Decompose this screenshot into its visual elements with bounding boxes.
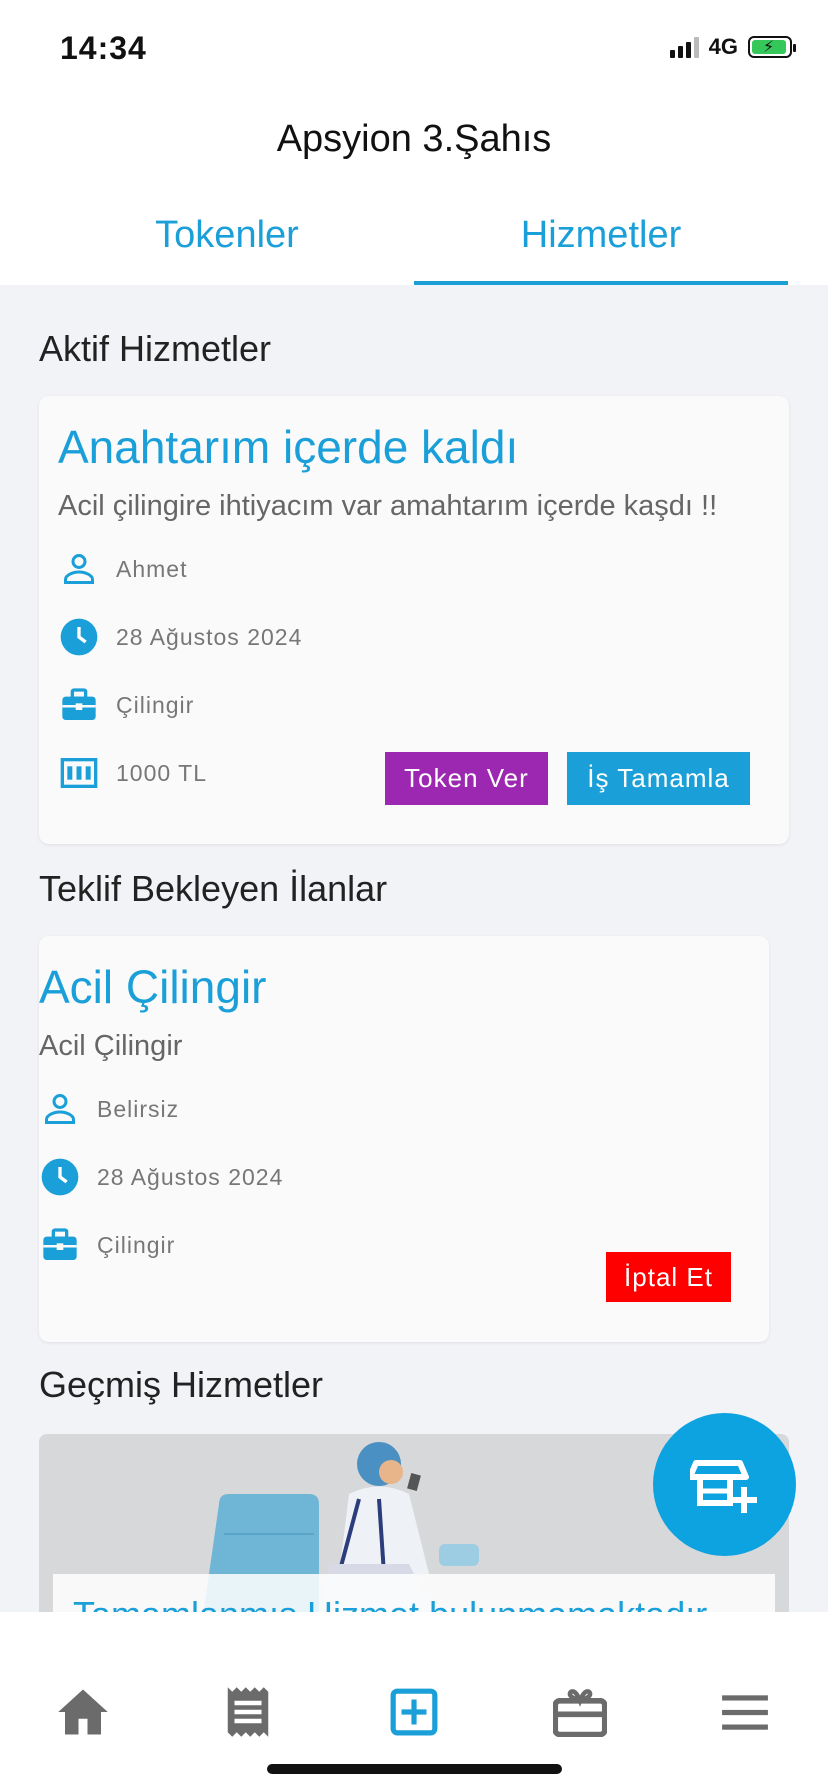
service-category-row: Çilingir bbox=[58, 684, 194, 726]
tab-hizmetler[interactable]: Hizmetler bbox=[414, 200, 788, 285]
token-ver-button[interactable]: Token Ver bbox=[385, 752, 548, 805]
page-title: Apsyion 3.Şahıs bbox=[276, 118, 552, 160]
service-description: Acil çilingire ihtiyacım var amahtarım i… bbox=[58, 490, 718, 522]
nav-menu[interactable] bbox=[715, 1682, 775, 1742]
service-person-row: Ahmet bbox=[58, 548, 187, 590]
listing-category: Çilingir bbox=[97, 1231, 176, 1258]
menu-icon bbox=[722, 1695, 768, 1730]
add-box-icon bbox=[390, 1688, 438, 1736]
listing-category-row: Çilingir bbox=[39, 1224, 175, 1266]
listing-title: Acil Çilingir bbox=[39, 961, 267, 1013]
listing-description: Acil Çilingir bbox=[39, 1030, 183, 1062]
service-price: 1000 TL bbox=[116, 759, 207, 786]
add-store-icon bbox=[689, 1459, 757, 1513]
pending-listings-title: Teklif Bekleyen İlanlar bbox=[39, 868, 388, 909]
pending-listing-card[interactable]: Acil Çilingir Acil Çilingir Belirsiz 28 … bbox=[39, 936, 769, 1342]
battery-icon: ⚡ bbox=[748, 36, 796, 58]
listing-date-row: 28 Ağustos 2024 bbox=[39, 1156, 283, 1198]
add-service-fab[interactable] bbox=[653, 1413, 796, 1556]
nav-gift-card[interactable] bbox=[550, 1682, 610, 1742]
person-icon bbox=[58, 548, 100, 590]
service-date: 28 Ağustos 2024 bbox=[116, 623, 303, 650]
listing-date: 28 Ağustos 2024 bbox=[97, 1163, 284, 1190]
iptal-et-button[interactable]: İptal Et bbox=[606, 1252, 731, 1302]
nav-receipts[interactable] bbox=[218, 1682, 278, 1742]
briefcase-icon bbox=[58, 684, 100, 726]
is-tamamla-button[interactable]: İş Tamamla bbox=[567, 752, 750, 805]
money-icon bbox=[58, 752, 100, 794]
clock-icon bbox=[58, 616, 100, 658]
receipt-icon bbox=[227, 1687, 269, 1737]
active-service-card[interactable]: Anahtarım içerde kaldı Acil çilingire ih… bbox=[39, 396, 789, 844]
service-category: Çilingir bbox=[116, 691, 195, 718]
nav-home[interactable] bbox=[53, 1682, 113, 1742]
briefcase-icon bbox=[39, 1224, 81, 1266]
home-icon bbox=[58, 1689, 108, 1735]
signal-icon bbox=[669, 36, 699, 58]
tab-bar: Tokenler Hizmetler bbox=[40, 200, 788, 285]
network-label: 4G bbox=[708, 34, 738, 59]
person-name: Belirsiz bbox=[97, 1095, 180, 1122]
nav-add[interactable] bbox=[384, 1682, 444, 1742]
service-date-row: 28 Ağustos 2024 bbox=[58, 616, 302, 658]
tab-tokenler[interactable]: Tokenler bbox=[40, 200, 414, 285]
gift-card-icon bbox=[553, 1689, 607, 1737]
person-icon bbox=[39, 1088, 81, 1130]
service-price-row: 1000 TL bbox=[58, 752, 207, 794]
active-services-title: Aktif Hizmetler bbox=[39, 328, 272, 369]
past-services-title: Geçmiş Hizmetler bbox=[39, 1364, 324, 1405]
person-name: Ahmet bbox=[116, 555, 188, 582]
status-time: 14:34 bbox=[60, 30, 147, 66]
service-title: Anahtarım içerde kaldı bbox=[58, 421, 519, 473]
clock-icon bbox=[39, 1156, 81, 1198]
status-indicators: 4G ⚡ bbox=[669, 34, 796, 60]
home-indicator bbox=[267, 1764, 562, 1774]
listing-person-row: Belirsiz bbox=[39, 1088, 179, 1130]
